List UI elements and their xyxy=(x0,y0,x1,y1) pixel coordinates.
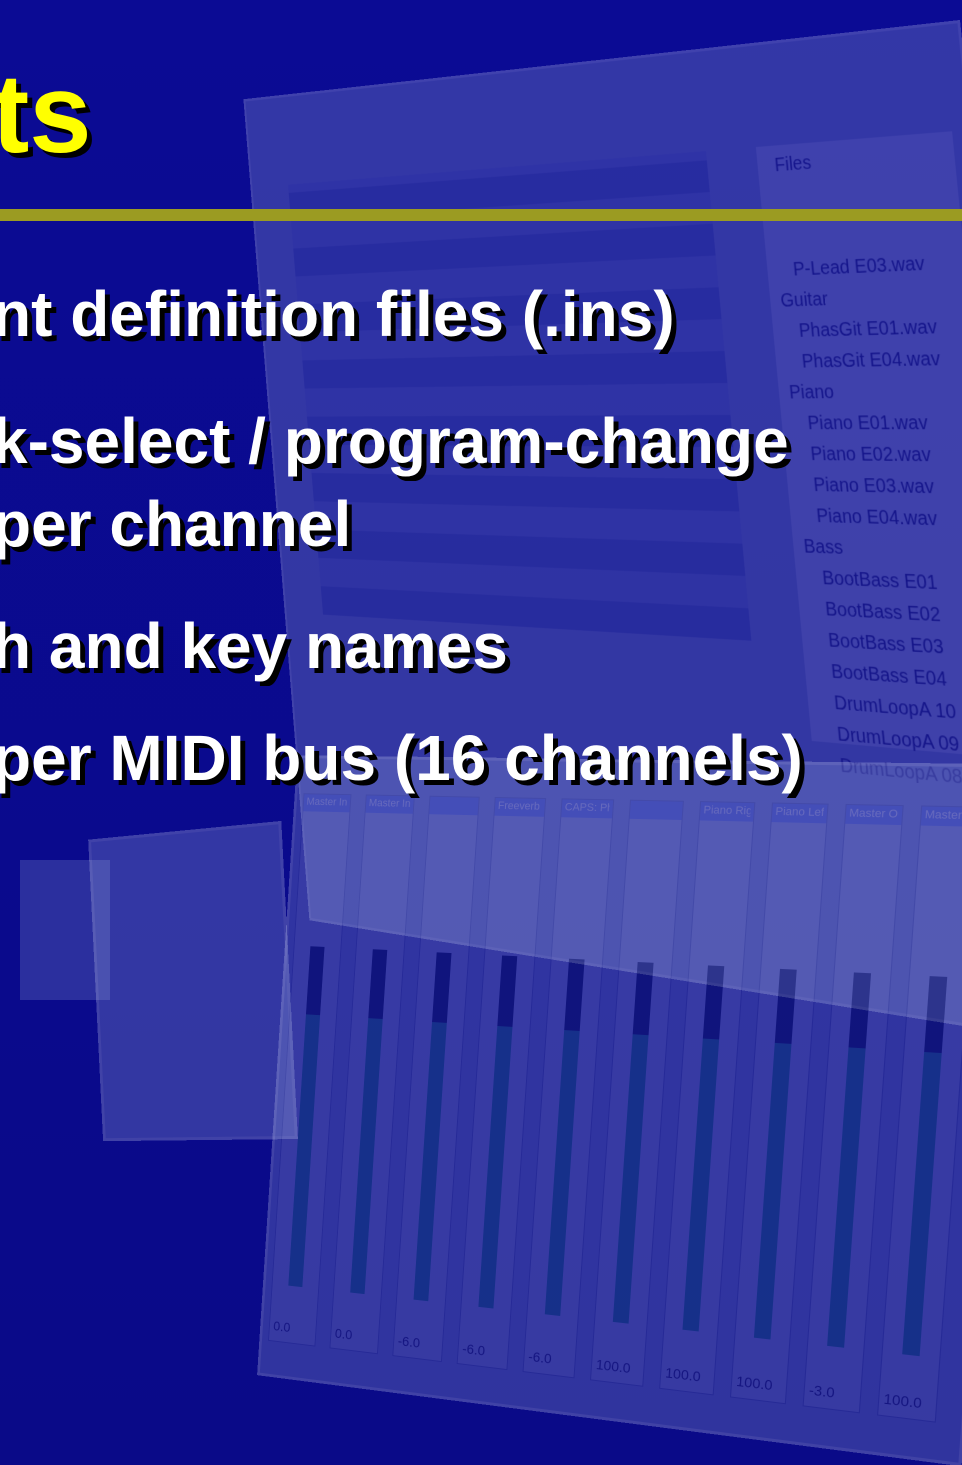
track-area xyxy=(288,151,752,641)
file-item: PhasGit E04.wav xyxy=(800,348,942,373)
file-item: Piano E04.wav xyxy=(815,505,939,531)
connections-window-background xyxy=(88,820,298,1142)
bullet-instrument-definition-files: nt definition files (.ins) xyxy=(0,278,675,350)
file-item: Piano E03.wav xyxy=(812,474,936,499)
file-item: Piano E02.wav xyxy=(809,443,932,467)
file-item: Guitar xyxy=(779,288,829,312)
bullet-patch-and-key-names: h and key names xyxy=(0,610,508,682)
file-item: PhasGit E01.wav xyxy=(798,316,939,342)
file-item: Piano xyxy=(788,381,835,404)
files-panel-title: Files xyxy=(773,152,813,177)
bullet-per-channel: per channel xyxy=(0,488,352,560)
file-item: Bass xyxy=(802,536,844,559)
mixer-screenshot-background: Master In 0.0 Master In 0.0 -6.0 Freeverb -… xyxy=(257,755,962,1465)
bullet-bank-select-program-change: k-select / program-change xyxy=(0,405,789,477)
bullet-per-midi-bus: per MIDI bus (16 channels) xyxy=(0,722,803,794)
slide: Files P-Lead E03.wav Guitar PhasGit E01.… xyxy=(0,0,962,1465)
title-rule xyxy=(0,209,962,221)
connections-window xyxy=(88,820,298,1142)
file-item: Piano E01.wav xyxy=(806,412,929,435)
slide-title: ts xyxy=(0,51,92,176)
